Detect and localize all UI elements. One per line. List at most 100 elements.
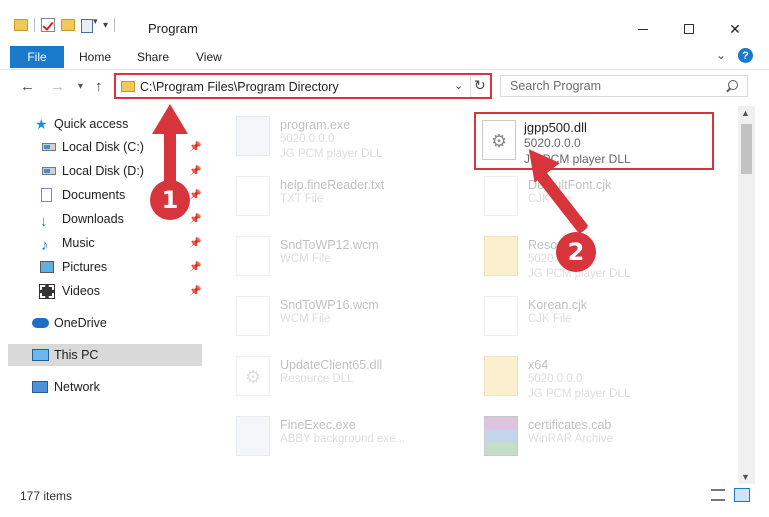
file-item[interactable]: DefaultFont.cjk CJK File [474, 168, 714, 224]
download-icon: ↓ [40, 213, 48, 230]
file-version: 5020.0.0.0 [280, 133, 335, 145]
file-item[interactable]: SndToWP16.wcm WCM File [226, 288, 466, 344]
properties-check-icon[interactable] [41, 18, 55, 32]
sidebar-item-label: Network [54, 380, 100, 394]
recent-locations-button[interactable]: ▾ [78, 81, 83, 92]
file-item[interactable]: program.exe 5020.0.0.0 JG PCM player DLL [226, 108, 466, 164]
file-item[interactable]: UpdateClient65.dll Resource DLL [226, 348, 466, 404]
file-name: program.exe [280, 118, 351, 132]
scroll-down-icon[interactable]: ▼ [741, 472, 750, 482]
sidebar-item-label: OneDrive [54, 316, 107, 330]
sidebar-item-label: Quick access [54, 117, 129, 131]
title-bar: ▾ Program ✕ [0, 0, 769, 44]
search-icon[interactable] [723, 79, 739, 95]
chevron-down-icon[interactable]: ▾ [103, 20, 108, 31]
pc-icon [32, 349, 49, 361]
sidebar-item-label: Downloads [62, 212, 124, 226]
new-folder-icon[interactable] [61, 19, 75, 31]
network-icon [32, 381, 48, 393]
minimize-button[interactable] [620, 14, 666, 44]
file-name: certificates.cab [528, 418, 612, 432]
file-type: WCM File [280, 253, 331, 265]
file-item[interactable]: help.fineReader.txt TXT File [226, 168, 466, 224]
pin-icon[interactable]: 📌 [189, 286, 201, 297]
maximize-button[interactable] [666, 14, 712, 44]
up-button[interactable]: ↑ [95, 78, 103, 95]
address-history-chevron-icon[interactable]: ⌄ [454, 79, 463, 92]
file-type: WCM File [280, 313, 331, 325]
help-icon[interactable]: ? [738, 48, 753, 63]
file-item[interactable]: FineExec.exe ABBY background exe... [226, 408, 466, 464]
forward-button[interactable]: → [50, 78, 65, 95]
rar-icon [484, 416, 518, 456]
file-name: Korean.cjk [528, 298, 588, 312]
status-bar: 177 items [0, 484, 769, 517]
file-type: ABBY background exe... [280, 433, 406, 445]
folder-file-icon [484, 236, 518, 276]
file-type: CJK File [528, 313, 572, 325]
search-input[interactable]: Search Program [500, 75, 748, 97]
file-item[interactable]: Korean.cjk CJK File [474, 288, 714, 344]
tab-file[interactable]: File [10, 46, 64, 68]
sidebar-item-onedrive[interactable]: OneDrive [0, 312, 202, 334]
tab-home[interactable]: Home [79, 50, 111, 64]
file-list: program.exe 5020.0.0.0 JG PCM player DLL… [206, 106, 738, 482]
pin-icon[interactable]: 📌 [189, 238, 201, 249]
tab-share[interactable]: Share [137, 50, 169, 64]
annotation-marker-1: 1 [150, 180, 190, 220]
tab-view[interactable]: View [196, 50, 222, 64]
star-icon: ★ [35, 115, 48, 132]
address-bar[interactable]: C:\Program Files\Program Directory ⌄ ↻ [114, 73, 492, 99]
cloud-icon [32, 318, 49, 328]
documents-icon [41, 188, 52, 202]
document-icon [484, 176, 518, 216]
file-type: Resource DLL [280, 373, 354, 385]
file-item-selected[interactable]: jgpp500.dll 5020.0.0.0 JG PCM player DLL [474, 112, 714, 170]
annotation-arrow-1-shaft [164, 128, 176, 188]
document-icon [236, 176, 270, 216]
address-path[interactable]: C:\Program Files\Program Directory [140, 80, 339, 94]
file-name: SndToWP16.wcm [280, 298, 379, 312]
document-icon [236, 296, 270, 336]
file-type: TXT File [280, 193, 324, 205]
sidebar-item-this-pc[interactable]: This PC [8, 344, 202, 366]
document-icon [484, 296, 518, 336]
pin-icon[interactable]: 📌 [189, 214, 201, 225]
exe-icon [236, 116, 270, 156]
toolbar-separator [114, 18, 116, 32]
dll-gear-icon [236, 356, 270, 396]
scroll-thumb[interactable] [741, 124, 752, 174]
file-name: jgpp500.dll [524, 120, 587, 135]
vertical-scrollbar[interactable]: ▲ ▼ [738, 106, 755, 484]
folder-icon [121, 81, 135, 92]
pin-icon[interactable]: 📌 [189, 262, 201, 273]
tiles-view-icon[interactable] [734, 488, 750, 502]
file-name: FineExec.exe [280, 418, 356, 432]
sidebar-item-label: Local Disk (D:) [62, 164, 144, 178]
expand-ribbon-icon[interactable]: ⌄ [716, 48, 726, 62]
sidebar-item-videos[interactable]: Videos 📌 [0, 280, 202, 302]
refresh-button[interactable]: ↻ [474, 77, 486, 94]
folder-icon[interactable] [14, 19, 28, 31]
sidebar-item-network[interactable]: Network [0, 376, 202, 398]
back-button[interactable]: ← [20, 78, 35, 95]
sidebar-item-label: Local Disk (C:) [62, 140, 144, 154]
scroll-up-icon[interactable]: ▲ [741, 108, 750, 118]
sidebar-item-music[interactable]: ♪ Music 📌 [0, 232, 202, 254]
pin-icon[interactable]: 📌 [189, 190, 201, 201]
close-button[interactable]: ✕ [712, 14, 758, 44]
pin-icon[interactable]: 📌 [189, 142, 201, 153]
pin-icon[interactable]: 📌 [189, 166, 201, 177]
file-name: SndToWP12.wcm [280, 238, 379, 252]
sidebar-item-pictures[interactable]: Pictures 📌 [0, 256, 202, 278]
address-separator [470, 75, 471, 97]
sidebar-item-label: Pictures [62, 260, 108, 274]
details-view-icon[interactable] [711, 489, 725, 501]
file-item[interactable]: SndToWP12.wcm WCM File [226, 228, 466, 284]
file-name: x64 [528, 358, 549, 372]
customize-toolbar-icon[interactable] [81, 16, 98, 33]
file-description: JG PCM player DLL [528, 388, 631, 400]
sidebar-item-label: Music [62, 236, 95, 250]
file-item[interactable]: x64 5020.0.0.0 JG PCM player DLL [474, 348, 714, 404]
file-item[interactable]: certificates.cab WinRAR Archive [474, 408, 714, 464]
